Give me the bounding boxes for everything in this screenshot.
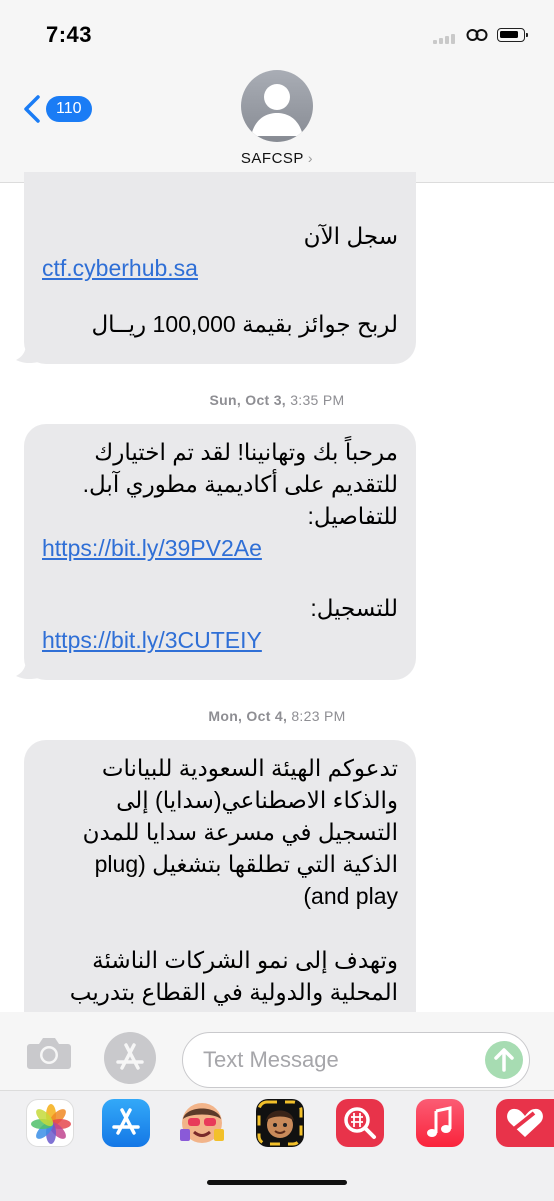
message-bubble[interactable]: سجل الآن ctf.cyberhub.sa لربح جوائز بقيم…	[24, 172, 416, 364]
message-text: للتفاصيل:	[307, 503, 398, 529]
chevron-right-icon: ›	[307, 150, 314, 166]
message-text: التسجيل في مسرعة سدايا للمدن	[82, 819, 398, 845]
message-text: لربح جوائز بقيمة 100,000 ريــال	[91, 311, 398, 337]
status-time: 7:43	[46, 22, 93, 47]
compose-bar	[0, 1012, 554, 1090]
message-link[interactable]: ctf.cyberhub.sa	[42, 252, 398, 284]
timestamp: Sun, Oct 3, 3:35 PM	[0, 392, 554, 408]
message-text: الذكية التي تطلقها بتشغيل (plug	[94, 851, 398, 877]
message-text: والذكاء الاصطناعي(سدايا) إلى	[116, 787, 398, 813]
timestamp-day: Mon, Oct 4,	[208, 708, 288, 724]
message-text: مرحباً بك وتهانينا! لقد تم اختيارك	[94, 439, 398, 465]
status-bar: 7:43	[0, 0, 554, 68]
bubble-tail	[16, 660, 38, 680]
camera-icon[interactable]	[26, 1036, 72, 1070]
message-text: and play)	[303, 883, 398, 909]
message-text: المحلية والدولية في القطاع بتدريب	[69, 979, 398, 1005]
message-bubble[interactable]: مرحباً بك وتهانينا! لقد تم اختيارك للتقد…	[24, 424, 416, 680]
timestamp-time: 3:35 PM	[290, 392, 345, 408]
contact-avatar[interactable]	[241, 70, 313, 142]
arrow-up-icon	[494, 1048, 514, 1072]
memoji-stickers-icon[interactable]	[178, 1099, 226, 1147]
personal-hotspot-icon	[466, 29, 488, 41]
timestamp: Mon, Oct 4, 8:23 PM	[0, 708, 554, 724]
message-link[interactable]: https://bit.ly/39PV2Ae	[42, 532, 398, 564]
home-indicator	[207, 1180, 347, 1185]
person-icon	[251, 84, 303, 136]
send-button[interactable]	[485, 1041, 523, 1079]
battery-icon	[497, 28, 528, 42]
music-icon[interactable]	[416, 1099, 464, 1147]
timestamp-day: Sun, Oct 3,	[209, 392, 286, 408]
unread-count-badge: 110	[46, 96, 92, 122]
message-text: للتقديم على أكاديمية مطوري آبل.	[82, 471, 398, 497]
conversation-header: 110 SAFCSP ›	[0, 68, 554, 183]
app-store-button[interactable]	[104, 1032, 156, 1084]
timestamp-time: 8:23 PM	[291, 708, 346, 724]
message-text: للتسجيل:	[310, 595, 398, 621]
cellular-signal-icon	[433, 34, 459, 44]
message-input[interactable]	[201, 1044, 475, 1076]
contact-name: SAFCSP	[240, 150, 304, 167]
contact-name-button[interactable]: SAFCSP ›	[0, 150, 554, 167]
message-bubble[interactable]: تدعوكم الهيئة السعودية للبيانات والذكاء …	[24, 740, 416, 1030]
bubble-tail	[16, 344, 38, 364]
fitness-icon[interactable]	[496, 1099, 554, 1147]
message-text	[42, 912, 398, 944]
message-text: سجل الآن	[303, 223, 398, 249]
message-input-container	[182, 1032, 530, 1088]
message-link[interactable]: https://bit.ly/3CUTEIY	[42, 624, 398, 656]
message-text: وتهدف إلى نمو الشركات الناشئة	[92, 947, 398, 973]
message-text: تدعوكم الهيئة السعودية للبيانات	[101, 755, 398, 781]
chevron-left-icon	[24, 95, 40, 123]
app-store-icon[interactable]	[102, 1099, 150, 1147]
photos-icon[interactable]	[26, 1099, 74, 1147]
app-store-icon	[116, 1043, 144, 1070]
back-button[interactable]: 110	[22, 94, 92, 124]
search-images-icon[interactable]	[336, 1099, 384, 1147]
memoji-icon[interactable]	[256, 1099, 304, 1147]
